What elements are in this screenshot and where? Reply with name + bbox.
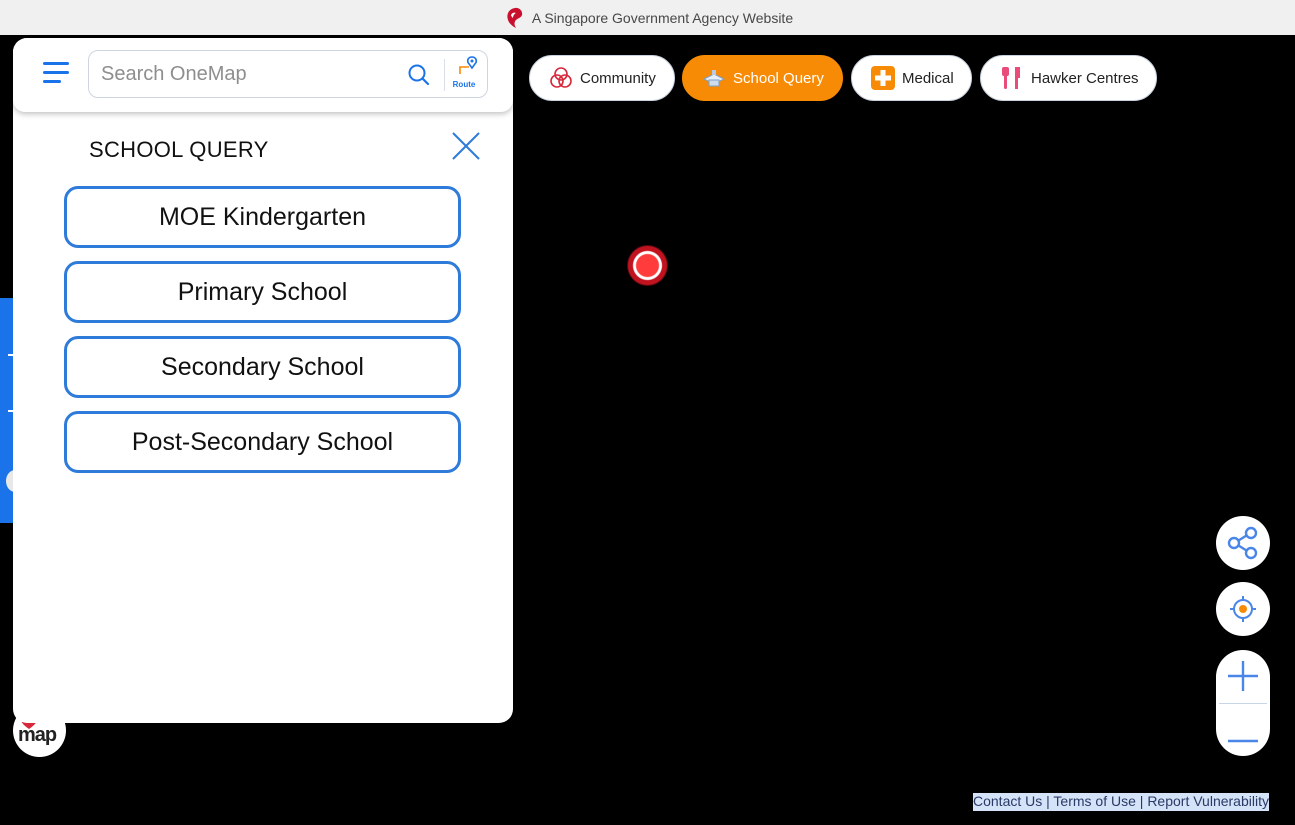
zoom-out-button[interactable] (1216, 704, 1270, 756)
school-icon (702, 70, 726, 87)
school-query-panel: SCHOOL QUERY MOE Kindergarten Primary Sc… (13, 38, 513, 723)
primary-school-button[interactable]: Primary School (64, 261, 461, 323)
footer-separator: | (1135, 793, 1148, 809)
plus-icon (1228, 661, 1258, 691)
route-button[interactable]: Route (447, 55, 487, 95)
locate-icon (1230, 596, 1256, 622)
menu-icon (43, 62, 69, 65)
minus-icon (1228, 739, 1258, 743)
onemap-app: A Singapore Government Agency Website SC… (0, 0, 1295, 825)
route-label: Route (452, 80, 476, 89)
zoom-control (1216, 650, 1270, 756)
zoom-in-button[interactable] (1216, 650, 1270, 702)
route-icon (459, 56, 478, 74)
search-input[interactable] (101, 59, 391, 89)
footer-separator: | (1042, 793, 1054, 809)
chip-label: Hawker Centres (1031, 69, 1139, 87)
location-marker[interactable] (627, 245, 668, 286)
share-icon (1227, 526, 1258, 560)
moe-kindergarten-button[interactable]: MOE Kindergarten (64, 186, 461, 248)
chip-community[interactable]: Community (529, 55, 675, 101)
medical-cross-icon (871, 66, 895, 90)
locate-button[interactable] (1216, 582, 1270, 636)
close-icon (452, 132, 480, 160)
close-button[interactable] (450, 130, 482, 162)
gov-banner: A Singapore Government Agency Website (0, 0, 1295, 35)
logo-text: map (18, 724, 57, 746)
footer-links: Contact Us | Terms of Use | Report Vulne… (973, 793, 1269, 811)
secondary-school-button[interactable]: Secondary School (64, 336, 461, 398)
side-drawer-handle[interactable] (0, 298, 24, 523)
chip-hawker-centres[interactable]: Hawker Centres (980, 55, 1157, 101)
search-box: Route (88, 50, 488, 98)
search-icon (408, 64, 430, 86)
chip-medical[interactable]: Medical (851, 55, 972, 101)
contact-us-link[interactable]: Contact Us (973, 793, 1042, 809)
gov-banner-text: A Singapore Government Agency Website (531, 9, 794, 26)
community-icon (550, 67, 572, 88)
panel-title: SCHOOL QUERY (89, 137, 269, 162)
post-secondary-school-button[interactable]: Post-Secondary School (64, 411, 461, 473)
terms-of-use-link[interactable]: Terms of Use (1053, 793, 1135, 809)
menu-button[interactable] (41, 58, 71, 88)
chip-school-query[interactable]: School Query (682, 55, 843, 101)
chip-label: Medical (902, 69, 954, 87)
chip-label: School Query (733, 69, 824, 87)
fork-knife-icon (1002, 67, 1020, 89)
lion-head-icon (507, 7, 523, 28)
chip-label: Community (580, 69, 656, 87)
report-vulnerability-link[interactable]: Report Vulnerability (1147, 793, 1269, 809)
search-bar: Route (13, 38, 513, 112)
search-button[interactable] (407, 63, 431, 87)
search-divider (444, 59, 445, 91)
share-button[interactable] (1216, 516, 1270, 570)
